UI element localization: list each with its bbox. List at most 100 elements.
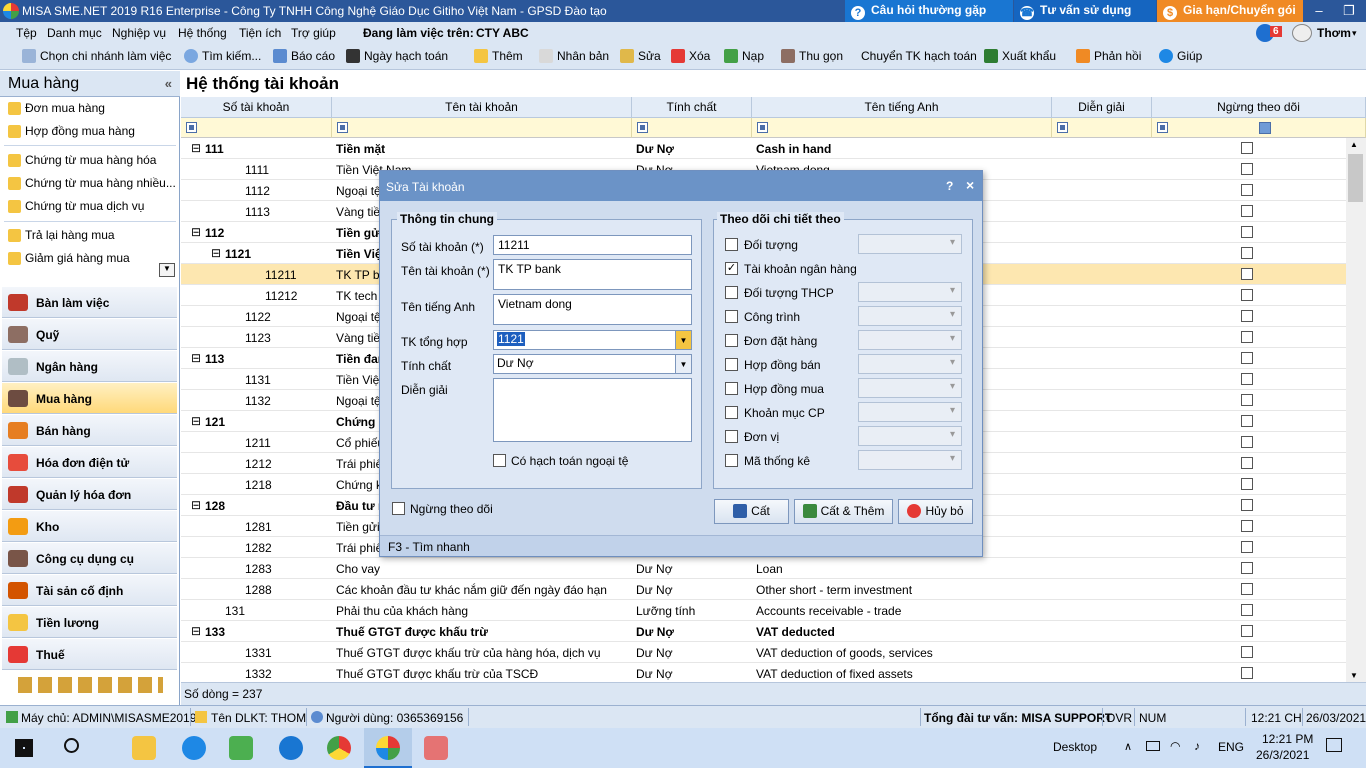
cancel-button[interactable]: Hủy bỏ <box>898 499 973 524</box>
tracking-combo[interactable] <box>858 330 962 350</box>
inactive-checkbox[interactable] <box>1241 226 1253 238</box>
description-input[interactable] <box>493 378 692 442</box>
consult-button[interactable]: ☎ Tư vấn sử dụng <box>1014 0 1156 22</box>
notification-center-icon[interactable] <box>1326 738 1342 752</box>
col-header-english[interactable]: Tên tiếng Anh <box>752 97 1052 118</box>
feedback-button[interactable]: Phản hồi <box>1076 49 1141 63</box>
module-purchase[interactable]: Mua hàng <box>2 383 177 414</box>
delete-button[interactable]: Xóa <box>671 49 710 63</box>
minimize-button[interactable]: – <box>1304 0 1334 22</box>
module-desk[interactable]: Bàn làm việc <box>2 287 177 318</box>
renew-button[interactable]: $ Gia hạn/Chuyển gói <box>1157 0 1303 22</box>
menu-file[interactable]: Tệp <box>16 26 37 40</box>
inactive-checkbox[interactable] <box>1241 583 1253 595</box>
inactive-checkbox[interactable] <box>1241 184 1253 196</box>
app-icon[interactable] <box>424 736 448 760</box>
module-cash[interactable]: Quỹ <box>2 319 177 350</box>
filter-description[interactable] <box>1052 118 1152 138</box>
dialog-close-icon[interactable]: × <box>966 177 974 193</box>
vertical-scrollbar[interactable]: ▲ ▼ <box>1346 138 1366 682</box>
inactive-checkbox[interactable] <box>1241 247 1253 259</box>
reload-button[interactable]: Nạp <box>724 49 764 63</box>
tracking-checkbox[interactable] <box>725 454 738 467</box>
filter-icon[interactable] <box>1157 122 1168 133</box>
col-header-inactive[interactable]: Ngừng theo dõi <box>1152 97 1366 118</box>
sidebar-item-purchase-voucher[interactable]: Chứng từ mua hàng hóa <box>8 153 156 167</box>
user-name[interactable]: Thơm <box>1317 26 1351 40</box>
network-icon[interactable] <box>1146 741 1160 751</box>
filter-english[interactable] <box>752 118 1052 138</box>
menu-help[interactable]: Trợ giúp <box>291 26 336 40</box>
inactive-checkbox[interactable] <box>1241 289 1253 301</box>
module-warehouse[interactable]: Kho <box>2 511 177 542</box>
save-add-button[interactable]: Cất & Thêm <box>794 499 893 524</box>
filter-inactive-check[interactable] <box>1259 122 1271 134</box>
inactive-checkbox[interactable] <box>1241 415 1253 427</box>
inactive-checkbox[interactable] <box>1241 205 1253 217</box>
filter-inactive[interactable] <box>1152 118 1366 138</box>
dialog-help-icon[interactable]: ? <box>946 179 953 193</box>
scroll-thumb[interactable] <box>1348 154 1363 202</box>
menu-system[interactable]: Hệ thống <box>178 26 227 40</box>
duplicate-button[interactable]: Nhân bản <box>539 49 609 63</box>
tracking-checkbox[interactable] <box>725 358 738 371</box>
inactive-checkbox[interactable] <box>1241 373 1253 385</box>
volume-icon[interactable]: ♪ <box>1194 739 1200 753</box>
branch-button[interactable]: Chọn chi nhánh làm việc <box>22 49 171 63</box>
col-header-description[interactable]: Diễn giải <box>1052 97 1152 118</box>
user-dropdown-icon[interactable]: ▾ <box>1352 28 1357 39</box>
search-icon[interactable] <box>64 738 79 753</box>
sidebar-item-purchase-multi[interactable]: Chứng từ mua hàng nhiều... <box>8 176 176 190</box>
name-input[interactable]: TK TP bank <box>493 259 692 290</box>
tracking-combo[interactable] <box>858 234 962 254</box>
table-row[interactable]: ⊟ 133 Thuế GTGT được khấu trừ Dư Nợ VAT dedu… <box>181 621 1346 642</box>
zalo-icon[interactable] <box>279 736 303 760</box>
sidebar-item-return[interactable]: Trả lại hàng mua <box>8 228 115 242</box>
tracking-checkbox[interactable] <box>725 238 738 251</box>
tray-chevron-icon[interactable]: ∧ <box>1124 740 1132 753</box>
module-fixed-assets[interactable]: Tài sản cố định <box>2 575 177 606</box>
tree-toggle-icon[interactable]: ⊟ <box>211 246 221 260</box>
store-icon[interactable] <box>229 736 253 760</box>
avatar[interactable] <box>1292 24 1312 42</box>
tracking-combo[interactable] <box>858 282 962 302</box>
sidebar-item-discount[interactable]: Giảm giá hàng mua <box>8 251 130 265</box>
inactive-checkbox[interactable] <box>1241 499 1253 511</box>
code-input[interactable]: 11211 <box>493 235 692 255</box>
dropdown-icon[interactable]: ▼ <box>675 331 691 349</box>
desktop-label[interactable]: Desktop <box>1053 740 1097 754</box>
inactive-checkbox[interactable] <box>1241 394 1253 406</box>
tracking-combo[interactable] <box>858 306 962 326</box>
menu-utilities[interactable]: Tiện ích <box>239 26 281 40</box>
inactive-checkbox[interactable] <box>1241 142 1253 154</box>
tracking-checkbox[interactable] <box>725 382 738 395</box>
table-row[interactable]: 1288 Các khoản đầu tư khác nắm giữ đến ng… <box>181 579 1346 600</box>
file-explorer-icon[interactable] <box>132 736 156 760</box>
inactive-checkbox[interactable] <box>1241 268 1253 280</box>
export-button[interactable]: Xuất khẩu <box>984 49 1056 63</box>
col-header-name[interactable]: Tên tài khoản <box>332 97 632 118</box>
filter-icon[interactable] <box>637 122 648 133</box>
tree-toggle-icon[interactable]: ⊟ <box>191 141 201 155</box>
dropdown-icon[interactable]: ▼ <box>675 355 691 373</box>
chrome-icon[interactable] <box>327 736 351 760</box>
filter-code[interactable] <box>181 118 332 138</box>
sidebar-item-service-voucher[interactable]: Chứng từ mua dịch vụ <box>8 199 144 213</box>
menu-catalog[interactable]: Danh mục <box>47 26 102 40</box>
tracking-checkbox[interactable] <box>725 286 738 299</box>
sidebar-item-purchase-contract[interactable]: Hợp đồng mua hàng <box>8 124 135 138</box>
edge-icon[interactable] <box>182 736 206 760</box>
inactive-checkbox[interactable] <box>1241 163 1253 175</box>
clock-date[interactable]: 26/3/2021 <box>1256 748 1309 762</box>
wifi-icon[interactable]: ◠ <box>1170 739 1180 753</box>
filter-icon[interactable] <box>337 122 348 133</box>
module-tax[interactable]: Thuế <box>2 639 177 670</box>
table-row[interactable]: 1332 Thuế GTGT được khấu trừ của TSCĐ Dư N… <box>181 663 1346 684</box>
english-name-input[interactable]: Vietnam dong <box>493 294 692 325</box>
inactive-checkbox[interactable] <box>1241 478 1253 490</box>
inactive-checkbox[interactable] <box>1241 604 1253 616</box>
inactive-checkbox[interactable] <box>1241 667 1253 679</box>
tracking-checkbox[interactable]: ✓ <box>725 262 738 275</box>
tracking-combo[interactable] <box>858 426 962 446</box>
filter-property[interactable] <box>632 118 752 138</box>
